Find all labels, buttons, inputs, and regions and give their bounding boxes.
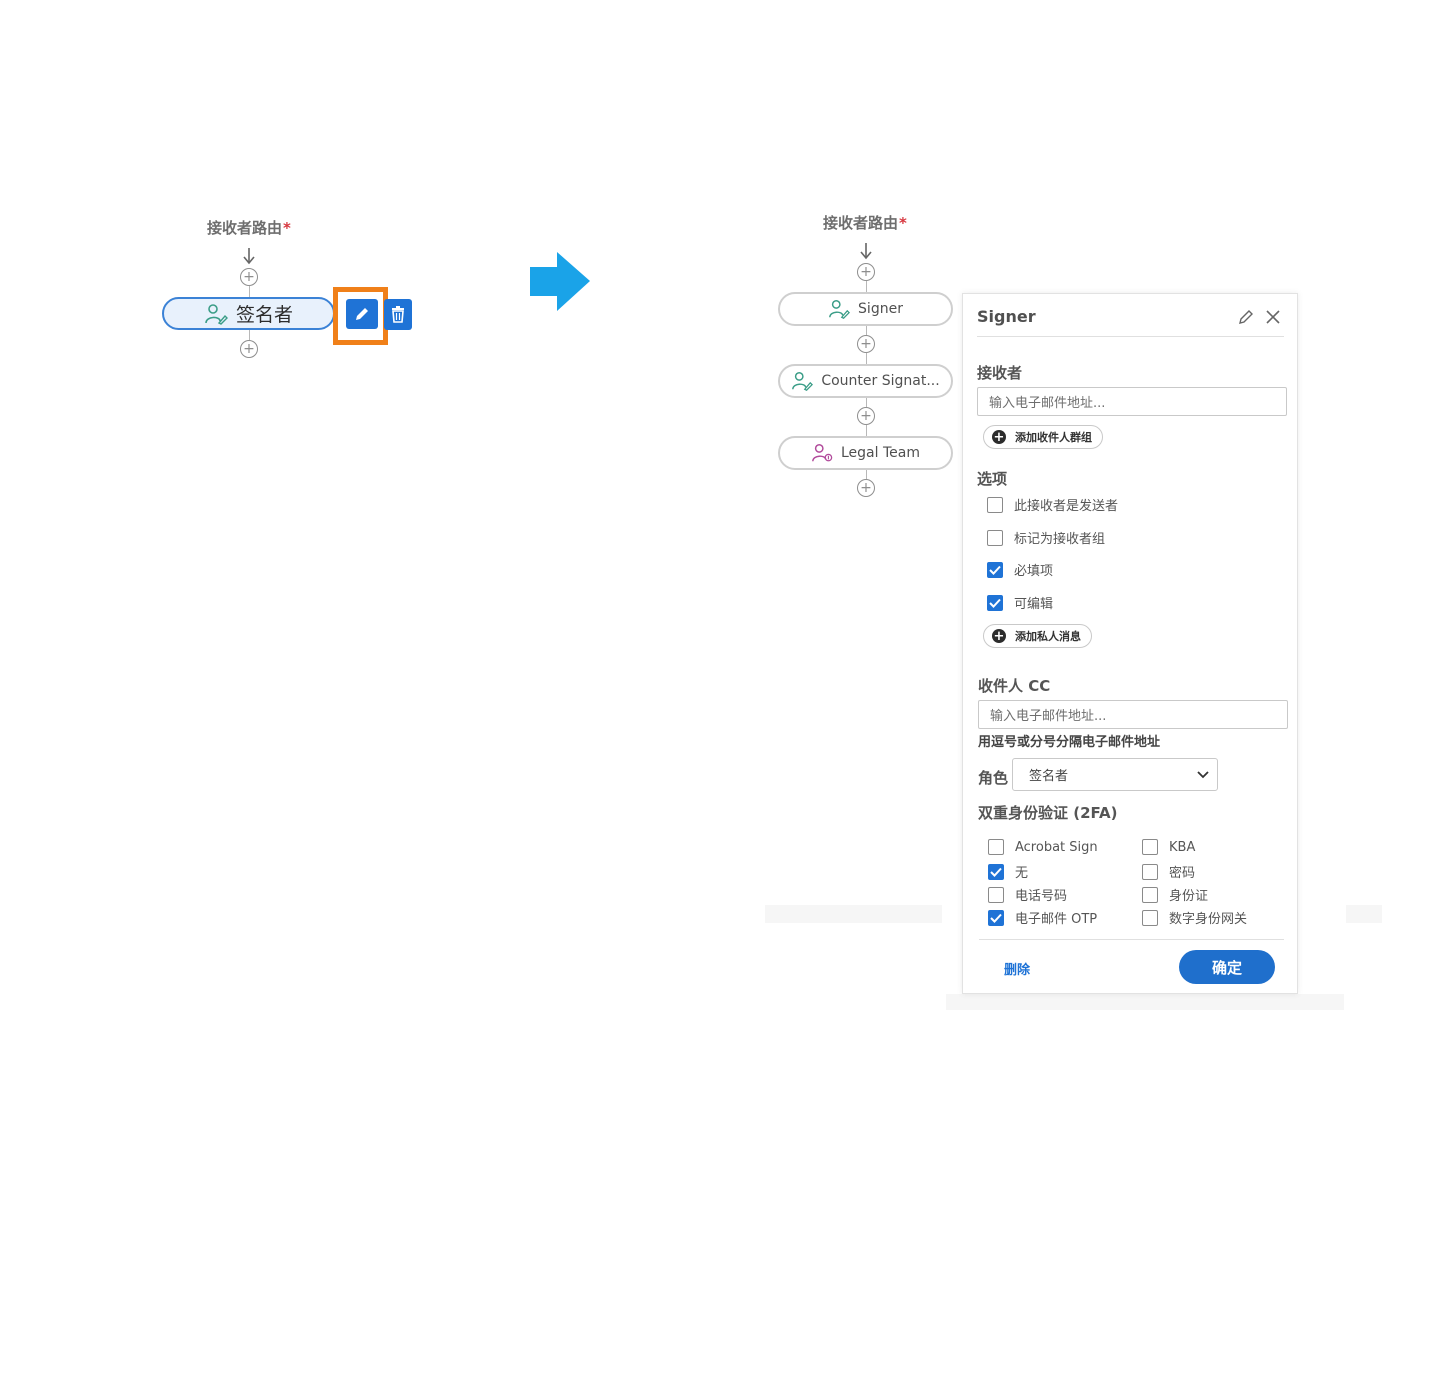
twofa-digital-identity[interactable]: 数字身份网关 (1142, 908, 1247, 927)
plus-icon: + (992, 429, 1006, 445)
twofa-section-label: 双重身份验证 (2FA) (978, 804, 1118, 822)
recipient-pill-counter-signer[interactable]: Counter Signat... (778, 364, 953, 398)
twofa-id[interactable]: 身份证 (1142, 885, 1208, 904)
twofa-phone[interactable]: 电话号码 (988, 885, 1067, 904)
option-editable[interactable]: 可编辑 (987, 593, 1053, 612)
connector-line (866, 326, 867, 335)
down-arrow-icon (860, 243, 872, 260)
signer-icon (792, 372, 814, 391)
cc-hint: 用逗号或分号分隔电子邮件地址 (978, 735, 1161, 750)
checkbox-checked[interactable] (988, 909, 1004, 926)
checkbox-checked[interactable] (988, 863, 1004, 880)
recipient-pill-legal-team[interactable]: Legal Team (778, 436, 953, 470)
plus-icon: + (992, 628, 1006, 644)
right-route-title: 接收者路由* (823, 214, 907, 232)
background-strip (1346, 905, 1382, 923)
connector-line (866, 353, 867, 364)
check-icon (990, 913, 1002, 923)
add-private-message-button[interactable]: + 添加私人消息 (983, 624, 1092, 648)
recipient-pill-signer[interactable]: 签名者 (162, 297, 335, 330)
twofa-email-otp[interactable]: 电子邮件 OTP (988, 908, 1097, 927)
signer-icon (829, 300, 851, 319)
trash-icon (392, 306, 404, 323)
options-section-label: 选项 (977, 470, 1008, 488)
left-route-title: 接收者路由* (207, 219, 291, 237)
recipient-pill-label: Legal Team (841, 445, 920, 461)
option-required[interactable]: 必填项 (987, 560, 1053, 579)
checkbox[interactable] (1142, 909, 1158, 926)
checkbox[interactable] (1142, 886, 1158, 903)
connector-line (866, 398, 867, 407)
signer-icon (205, 303, 228, 325)
recipient-pill-signer[interactable]: Signer (778, 292, 953, 326)
background-strip (765, 905, 942, 923)
twofa-password[interactable]: 密码 (1142, 862, 1195, 881)
right-arrow-icon (530, 252, 590, 311)
delete-button[interactable]: 删除 (1004, 959, 1030, 978)
checkbox-checked[interactable] (987, 594, 1003, 611)
connector-line (249, 286, 250, 297)
panel-title: Signer (977, 307, 1036, 326)
checkbox[interactable] (987, 496, 1003, 513)
insert-recipient-button[interactable]: + (240, 268, 258, 286)
checkbox-checked[interactable] (987, 561, 1003, 578)
option-recipient-is-sender[interactable]: 此接收者是发送者 (987, 495, 1118, 514)
role-select[interactable]: 签名者 (1012, 758, 1218, 791)
panel-footer-divider (979, 939, 1284, 940)
checkbox[interactable] (988, 886, 1004, 903)
check-icon (990, 867, 1002, 877)
confirm-button[interactable]: 确定 (1179, 950, 1275, 984)
insert-recipient-button[interactable]: + (857, 263, 875, 281)
recipient-pill-label: 签名者 (235, 304, 293, 326)
add-recipient-group-button[interactable]: + 添加收件人群组 (983, 425, 1103, 449)
twofa-none[interactable]: 无 (988, 862, 1028, 881)
recipient-email-input[interactable]: 输入电子邮件地址... (977, 387, 1287, 416)
connector-line (866, 425, 867, 436)
insert-recipient-button[interactable]: + (240, 340, 258, 358)
check-icon (989, 598, 1001, 608)
close-icon[interactable] (1265, 309, 1281, 325)
edit-recipient-button[interactable] (346, 299, 378, 329)
connector-line (249, 330, 250, 340)
insert-recipient-button[interactable]: + (857, 407, 875, 425)
checkbox[interactable] (987, 529, 1003, 546)
connector-line (866, 281, 867, 292)
pencil-icon[interactable] (1238, 309, 1254, 325)
cc-email-input[interactable]: 输入电子邮件地址... (978, 700, 1288, 729)
role-label: 角色 (978, 769, 1009, 787)
option-mark-as-group[interactable]: 标记为接收者组 (987, 528, 1105, 547)
group-icon (812, 444, 833, 462)
connector-line (866, 470, 867, 479)
check-icon (989, 565, 1001, 575)
pencil-icon (356, 308, 368, 320)
insert-recipient-button[interactable]: + (857, 335, 875, 353)
recipient-section-label: 接收者 (977, 364, 1023, 382)
background-strip (946, 994, 1344, 1010)
checkbox[interactable] (1142, 839, 1158, 855)
checkbox[interactable] (1142, 863, 1158, 880)
chevron-down-icon (1197, 770, 1209, 778)
twofa-kba[interactable]: KBA (1142, 839, 1195, 855)
recipient-pill-label: Signer (858, 301, 903, 317)
down-arrow-icon (243, 248, 255, 265)
checkbox[interactable] (988, 839, 1004, 855)
recipient-edit-panel: Signer 接收者 输入电子邮件地址... + 添加收件人群组 选项 此接收者… (962, 293, 1298, 994)
panel-header-divider (977, 336, 1284, 337)
recipient-pill-label: Counter Signat... (821, 373, 940, 389)
cc-section-label: 收件人 CC (978, 677, 1051, 695)
delete-recipient-button[interactable] (384, 299, 412, 330)
insert-recipient-button[interactable]: + (857, 479, 875, 497)
twofa-acrobat-sign[interactable]: Acrobat Sign (988, 839, 1098, 855)
